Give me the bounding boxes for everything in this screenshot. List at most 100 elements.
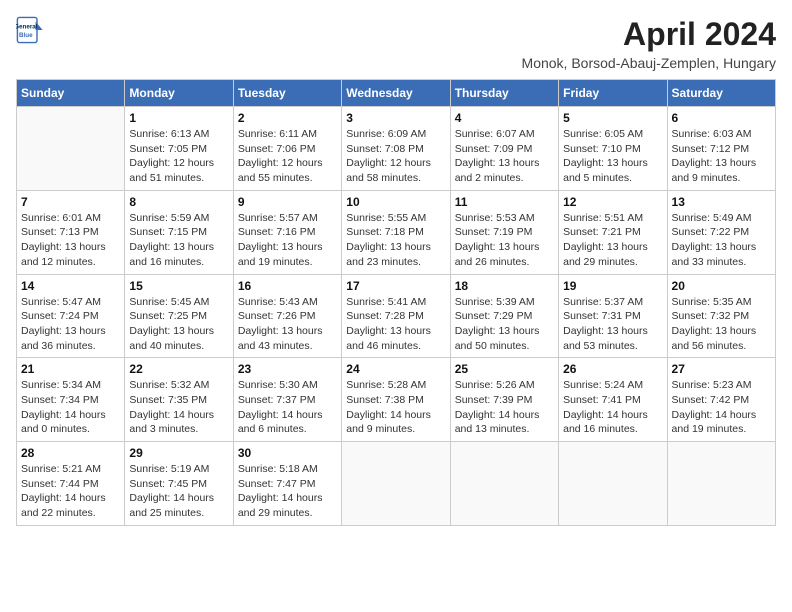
day-info: Sunrise: 5:18 AMSunset: 7:47 PMDaylight:… [238,462,337,521]
day-info: Sunrise: 6:09 AMSunset: 7:08 PMDaylight:… [346,127,445,186]
day-number: 19 [563,279,662,293]
day-info: Sunrise: 5:43 AMSunset: 7:26 PMDaylight:… [238,295,337,354]
calendar-day-cell [342,442,450,526]
calendar-day-cell: 24 Sunrise: 5:28 AMSunset: 7:38 PMDayligh… [342,358,450,442]
calendar-day-cell: 19 Sunrise: 5:37 AMSunset: 7:31 PMDayligh… [559,274,667,358]
day-number: 6 [672,111,771,125]
day-info: Sunrise: 6:07 AMSunset: 7:09 PMDaylight:… [455,127,554,186]
calendar-day-cell: 5 Sunrise: 6:05 AMSunset: 7:10 PMDaylight… [559,107,667,191]
day-number: 29 [129,446,228,460]
calendar-day-cell: 16 Sunrise: 5:43 AMSunset: 7:26 PMDayligh… [233,274,341,358]
logo: General Blue [16,16,44,44]
day-number: 8 [129,195,228,209]
day-info: Sunrise: 5:39 AMSunset: 7:29 PMDaylight:… [455,295,554,354]
weekday-header-row: SundayMondayTuesdayWednesdayThursdayFrid… [17,80,776,107]
day-info: Sunrise: 6:13 AMSunset: 7:05 PMDaylight:… [129,127,228,186]
day-number: 10 [346,195,445,209]
day-info: Sunrise: 5:47 AMSunset: 7:24 PMDaylight:… [21,295,120,354]
day-info: Sunrise: 5:19 AMSunset: 7:45 PMDaylight:… [129,462,228,521]
calendar-day-cell: 23 Sunrise: 5:30 AMSunset: 7:37 PMDayligh… [233,358,341,442]
day-number: 14 [21,279,120,293]
day-info: Sunrise: 5:51 AMSunset: 7:21 PMDaylight:… [563,211,662,270]
calendar-week-row: 28 Sunrise: 5:21 AMSunset: 7:44 PMDayligh… [17,442,776,526]
calendar-day-cell: 4 Sunrise: 6:07 AMSunset: 7:09 PMDaylight… [450,107,558,191]
calendar-day-cell: 2Sunrise: 6:11 AMSunset: 7:06 PMDaylight… [233,107,341,191]
day-number: 18 [455,279,554,293]
day-info: Sunrise: 5:35 AMSunset: 7:32 PMDaylight:… [672,295,771,354]
day-number: 23 [238,362,337,376]
day-info: Sunrise: 5:26 AMSunset: 7:39 PMDaylight:… [455,378,554,437]
calendar-day-cell: 18 Sunrise: 5:39 AMSunset: 7:29 PMDayligh… [450,274,558,358]
weekday-header-cell: Friday [559,80,667,107]
day-number: 27 [672,362,771,376]
calendar-week-row: 14 Sunrise: 5:47 AMSunset: 7:24 PMDayligh… [17,274,776,358]
header: General Blue April 2024 Monok, Borsod-Ab… [16,16,776,71]
day-number: 22 [129,362,228,376]
day-info: Sunrise: 6:11 AMSunset: 7:06 PMDaylight:… [238,127,337,186]
calendar-day-cell: 14 Sunrise: 5:47 AMSunset: 7:24 PMDayligh… [17,274,125,358]
calendar-day-cell: 12 Sunrise: 5:51 AMSunset: 7:21 PMDayligh… [559,190,667,274]
day-info: Sunrise: 5:37 AMSunset: 7:31 PMDaylight:… [563,295,662,354]
day-number: 12 [563,195,662,209]
day-number: 5 [563,111,662,125]
calendar-day-cell: 20 Sunrise: 5:35 AMSunset: 7:32 PMDayligh… [667,274,775,358]
calendar-day-cell: 7 Sunrise: 6:01 AMSunset: 7:13 PMDaylight… [17,190,125,274]
day-number: 25 [455,362,554,376]
day-info: Sunrise: 5:30 AMSunset: 7:37 PMDaylight:… [238,378,337,437]
day-number: 9 [238,195,337,209]
day-number: 11 [455,195,554,209]
calendar-day-cell: 11 Sunrise: 5:53 AMSunset: 7:19 PMDayligh… [450,190,558,274]
calendar-day-cell: 28 Sunrise: 5:21 AMSunset: 7:44 PMDayligh… [17,442,125,526]
calendar-day-cell [450,442,558,526]
calendar-day-cell [559,442,667,526]
calendar-day-cell: 10Sunrise: 5:55 AMSunset: 7:18 PMDayligh… [342,190,450,274]
day-info: Sunrise: 5:53 AMSunset: 7:19 PMDaylight:… [455,211,554,270]
day-info: Sunrise: 5:59 AMSunset: 7:15 PMDaylight:… [129,211,228,270]
day-info: Sunrise: 5:34 AMSunset: 7:34 PMDaylight:… [21,378,120,437]
calendar-day-cell: 9Sunrise: 5:57 AMSunset: 7:16 PMDaylight… [233,190,341,274]
day-number: 30 [238,446,337,460]
day-number: 3 [346,111,445,125]
calendar-day-cell: 6 Sunrise: 6:03 AMSunset: 7:12 PMDaylight… [667,107,775,191]
day-number: 4 [455,111,554,125]
calendar-day-cell: 8 Sunrise: 5:59 AMSunset: 7:15 PMDaylight… [125,190,233,274]
day-info: Sunrise: 5:32 AMSunset: 7:35 PMDaylight:… [129,378,228,437]
logo-icon: General Blue [16,16,44,44]
title-area: April 2024 Monok, Borsod-Abauj-Zemplen, … [522,16,776,71]
weekday-header-cell: Sunday [17,80,125,107]
calendar-day-cell [667,442,775,526]
day-info: Sunrise: 6:05 AMSunset: 7:10 PMDaylight:… [563,127,662,186]
day-number: 15 [129,279,228,293]
calendar-day-cell: 15 Sunrise: 5:45 AMSunset: 7:25 PMDayligh… [125,274,233,358]
calendar-week-row: 1 Sunrise: 6:13 AMSunset: 7:05 PMDaylight… [17,107,776,191]
calendar-day-cell: 30 Sunrise: 5:18 AMSunset: 7:47 PMDayligh… [233,442,341,526]
calendar-day-cell: 27Sunrise: 5:23 AMSunset: 7:42 PMDayligh… [667,358,775,442]
month-title: April 2024 [522,16,776,53]
weekday-header-cell: Monday [125,80,233,107]
day-number: 7 [21,195,120,209]
day-info: Sunrise: 6:03 AMSunset: 7:12 PMDaylight:… [672,127,771,186]
day-info: Sunrise: 5:21 AMSunset: 7:44 PMDaylight:… [21,462,120,521]
calendar-day-cell: 29 Sunrise: 5:19 AMSunset: 7:45 PMDayligh… [125,442,233,526]
day-number: 26 [563,362,662,376]
day-info: Sunrise: 5:24 AMSunset: 7:41 PMDaylight:… [563,378,662,437]
day-info: Sunrise: 6:01 AMSunset: 7:13 PMDaylight:… [21,211,120,270]
calendar-body: 1 Sunrise: 6:13 AMSunset: 7:05 PMDaylight… [17,107,776,526]
calendar: SundayMondayTuesdayWednesdayThursdayFrid… [16,79,776,526]
day-number: 17 [346,279,445,293]
svg-text:General: General [16,24,38,31]
day-info: Sunrise: 5:28 AMSunset: 7:38 PMDaylight:… [346,378,445,437]
day-number: 20 [672,279,771,293]
day-number: 24 [346,362,445,376]
weekday-header-cell: Wednesday [342,80,450,107]
day-info: Sunrise: 5:45 AMSunset: 7:25 PMDaylight:… [129,295,228,354]
day-number: 28 [21,446,120,460]
calendar-week-row: 21Sunrise: 5:34 AMSunset: 7:34 PMDayligh… [17,358,776,442]
day-number: 13 [672,195,771,209]
day-number: 16 [238,279,337,293]
calendar-day-cell: 22 Sunrise: 5:32 AMSunset: 7:35 PMDayligh… [125,358,233,442]
day-number: 1 [129,111,228,125]
location-title: Monok, Borsod-Abauj-Zemplen, Hungary [522,55,776,71]
calendar-day-cell: 1 Sunrise: 6:13 AMSunset: 7:05 PMDaylight… [125,107,233,191]
calendar-day-cell: 25 Sunrise: 5:26 AMSunset: 7:39 PMDayligh… [450,358,558,442]
